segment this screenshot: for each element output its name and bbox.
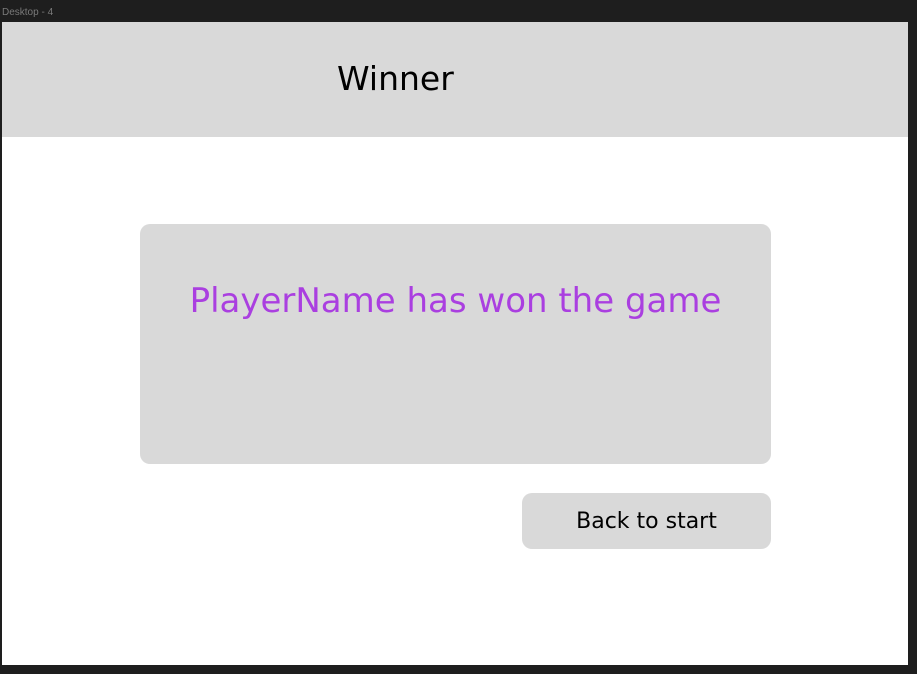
header-bar: Winner [2, 22, 908, 137]
winner-message-card: PlayerName has won the game [140, 224, 771, 464]
frame-label: Desktop - 4 [2, 7, 54, 18]
winner-message: PlayerName has won the game [189, 281, 722, 321]
page-title: Winner [337, 59, 454, 98]
desktop-frame: Winner PlayerName has won the game Back … [2, 22, 908, 665]
back-to-start-button[interactable]: Back to start [522, 493, 771, 549]
